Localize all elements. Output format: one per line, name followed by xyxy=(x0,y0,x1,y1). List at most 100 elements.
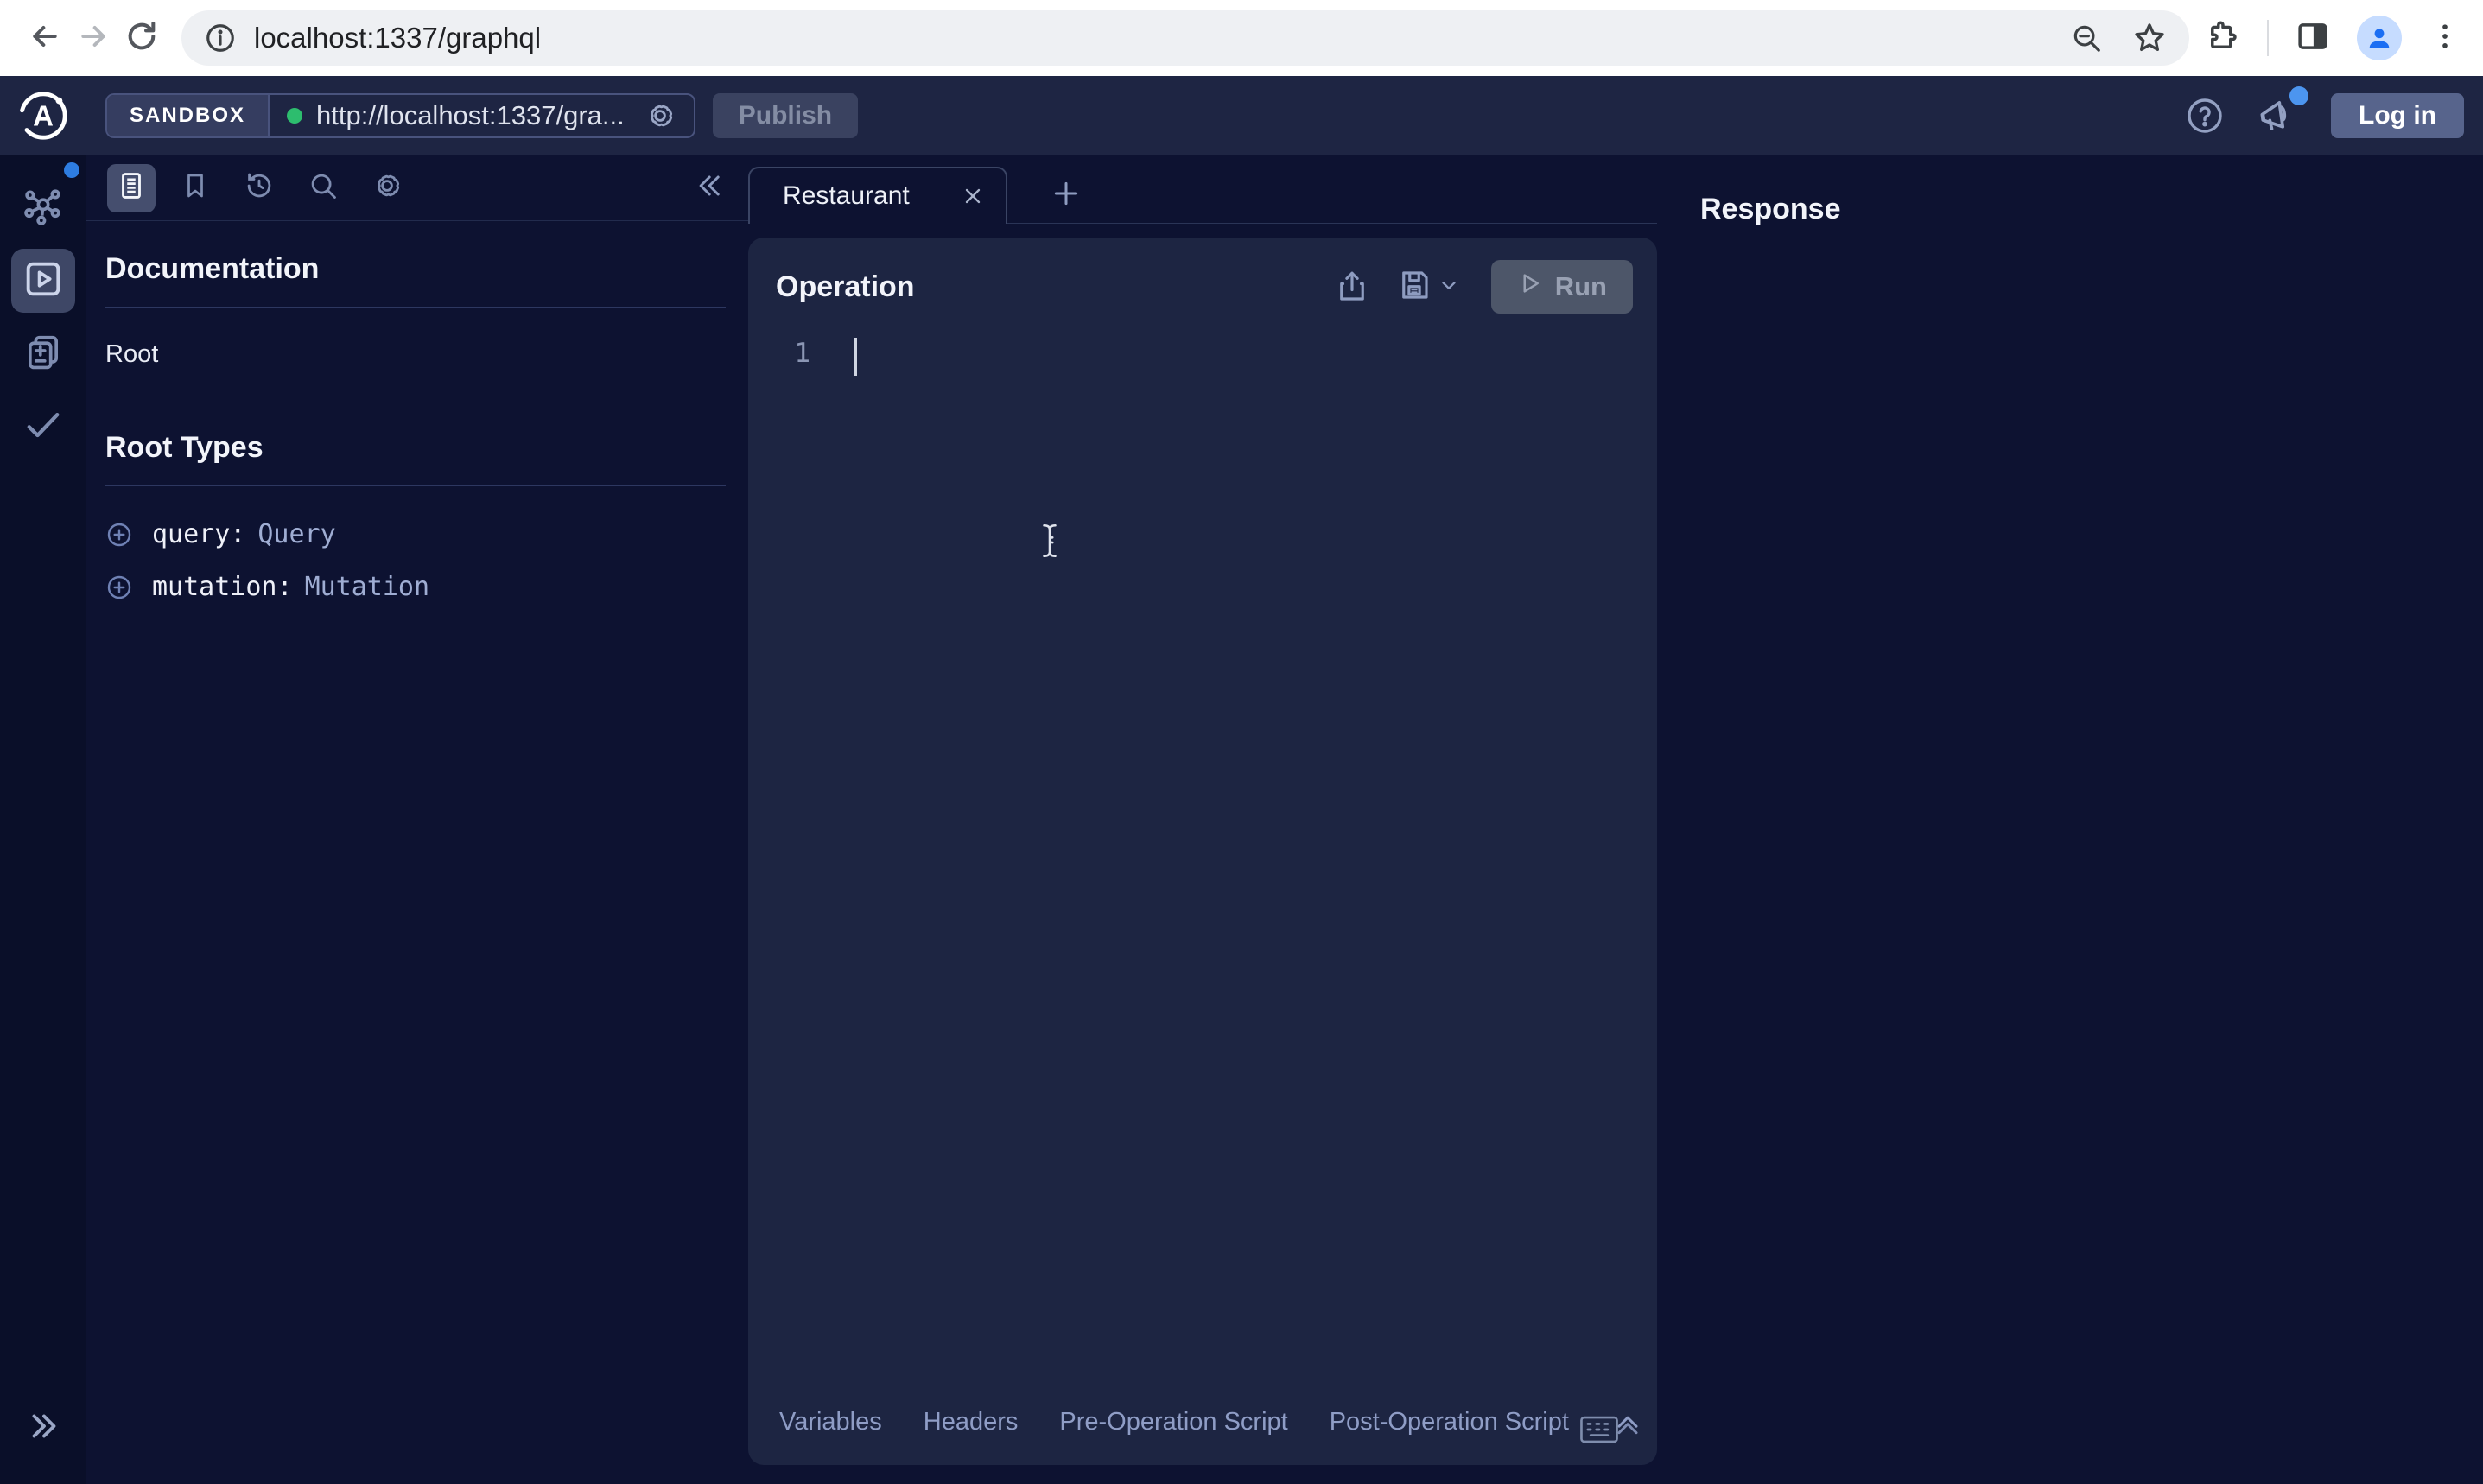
endpoint-url-field[interactable]: http://localhost:1337/gra... xyxy=(270,99,694,132)
root-types-list: query: Query mutation: Mutation xyxy=(105,519,726,602)
apollo-logo[interactable]: A xyxy=(16,89,70,143)
reload-button[interactable] xyxy=(117,14,166,62)
info-icon[interactable] xyxy=(204,22,237,54)
run-button[interactable]: Run xyxy=(1491,260,1633,314)
bookmark-icon xyxy=(180,170,211,206)
tab-documentation[interactable] xyxy=(107,164,156,212)
documentation-content: Documentation Root Root Types query: Que… xyxy=(86,221,748,602)
sidebar-item-schema[interactable] xyxy=(11,176,75,240)
browser-toolbar: localhost:1337/graphql xyxy=(0,0,2483,76)
plus-icon xyxy=(1049,176,1083,215)
kebab-menu-icon[interactable] xyxy=(2428,19,2462,58)
endpoint-pill: SANDBOX http://localhost:1337/gra... xyxy=(105,93,695,138)
app-toolbar: A SANDBOX http://localhost:1337/gra... P… xyxy=(0,76,2483,155)
root-types-title: Root Types xyxy=(105,431,726,465)
operation-footer: Variables Headers Pre-Operation Script P… xyxy=(748,1379,1657,1465)
tab-history[interactable] xyxy=(235,164,283,212)
operation-tab-label[interactable]: Restaurant xyxy=(783,181,910,211)
root-type-query[interactable]: query: Query xyxy=(105,519,726,549)
browser-actions xyxy=(2205,16,2462,60)
sidebar-item-changelog[interactable] xyxy=(11,321,75,385)
search-icon xyxy=(307,169,340,206)
tab-variables[interactable]: Variables xyxy=(779,1408,882,1436)
notification-dot xyxy=(2289,86,2308,105)
sandbox-badge: SANDBOX xyxy=(107,95,270,136)
divider xyxy=(2267,20,2269,56)
mouse-text-cursor xyxy=(1038,523,1061,563)
tab-search[interactable] xyxy=(299,164,347,212)
tab-pre-operation-script[interactable]: Pre-Operation Script xyxy=(1059,1408,1287,1436)
checklist-icon xyxy=(21,402,66,451)
apollo-sandbox-window: localhost:1337/graphql xyxy=(0,0,2483,1484)
tab-settings[interactable] xyxy=(363,164,411,212)
save-menu[interactable] xyxy=(1389,267,1467,308)
tab-saved-operations[interactable] xyxy=(171,164,219,212)
run-button-label: Run xyxy=(1555,271,1607,302)
plus-circle-icon[interactable] xyxy=(105,521,133,549)
toolbar-main: SANDBOX http://localhost:1337/gra... Pub… xyxy=(86,76,2483,155)
left-rail xyxy=(0,155,86,1484)
explorer-icon xyxy=(21,257,66,306)
back-icon xyxy=(28,19,62,58)
help-icon[interactable] xyxy=(2184,95,2226,136)
field-type[interactable]: Mutation xyxy=(305,572,430,602)
operation-editor-section: Restaurant Operation xyxy=(748,155,1657,1484)
endpoint-url-text[interactable]: http://localhost:1337/gra... xyxy=(316,100,625,131)
chevron-down-icon xyxy=(1438,274,1460,301)
extensions-icon[interactable] xyxy=(2205,18,2241,59)
response-title: Response xyxy=(1700,193,2483,226)
bookmark-star-icon[interactable] xyxy=(2132,21,2167,55)
keyboard-shortcuts-icon[interactable] xyxy=(1579,1415,1619,1444)
expand-rail-button[interactable] xyxy=(11,1394,75,1458)
url-text[interactable]: localhost:1337/graphql xyxy=(254,22,2041,54)
text-caret xyxy=(854,338,857,376)
response-panel: Response xyxy=(1657,155,2483,1484)
operation-title: Operation xyxy=(776,270,915,304)
sidebar-item-checklist[interactable] xyxy=(11,394,75,458)
field-type[interactable]: Query xyxy=(257,519,335,549)
megaphone-icon[interactable] xyxy=(2255,93,2300,138)
code-area[interactable] xyxy=(810,326,1657,1379)
share-icon[interactable] xyxy=(1327,269,1377,305)
root-link[interactable]: Root xyxy=(105,340,726,369)
field-name[interactable]: mutation: xyxy=(152,572,293,602)
connection-status-dot xyxy=(287,108,302,124)
play-icon xyxy=(1517,270,1543,303)
operation-panel: Operation xyxy=(748,238,1657,1465)
publish-button[interactable]: Publish xyxy=(713,93,858,138)
forward-icon xyxy=(76,19,111,58)
reload-icon xyxy=(124,19,159,58)
collapse-panel-button[interactable] xyxy=(693,168,727,207)
operation-tab[interactable]: Restaurant xyxy=(748,167,1007,224)
field-name[interactable]: query: xyxy=(152,519,245,549)
operation-header: Operation xyxy=(748,238,1657,326)
tab-headers[interactable]: Headers xyxy=(924,1408,1019,1436)
rail-notification-dot xyxy=(64,162,79,178)
divider xyxy=(105,485,726,486)
zoom-out-icon[interactable] xyxy=(2070,22,2103,54)
line-number: 1 xyxy=(748,326,810,1379)
sidebar-item-explorer[interactable] xyxy=(11,249,75,313)
new-tab-button[interactable] xyxy=(1049,176,1083,215)
login-button[interactable]: Log in xyxy=(2331,93,2464,138)
operation-tabbar: Restaurant xyxy=(748,167,1657,224)
forward-button[interactable] xyxy=(69,14,117,62)
profile-avatar[interactable] xyxy=(2357,16,2402,60)
documentation-title: Documentation xyxy=(105,252,726,286)
graph-icon xyxy=(21,184,66,233)
tab-post-operation-script[interactable]: Post-Operation Script xyxy=(1330,1408,1569,1436)
divider xyxy=(105,307,726,308)
plus-circle-icon[interactable] xyxy=(105,574,133,601)
apollo-sandbox-app: A SANDBOX http://localhost:1337/gra... P… xyxy=(0,76,2483,1484)
gear-icon[interactable] xyxy=(644,99,676,132)
side-panel-icon[interactable] xyxy=(2295,18,2331,59)
address-bar[interactable]: localhost:1337/graphql xyxy=(181,10,2189,66)
back-button[interactable] xyxy=(21,14,69,62)
operation-actions: Run xyxy=(1327,260,1633,314)
operation-code-editor[interactable]: 1 xyxy=(748,326,1657,1379)
close-tab-button[interactable] xyxy=(961,184,985,208)
logo-column: A xyxy=(0,76,86,155)
root-type-mutation[interactable]: mutation: Mutation xyxy=(105,572,726,602)
changelog-icon xyxy=(21,329,66,378)
save-icon xyxy=(1396,267,1432,308)
